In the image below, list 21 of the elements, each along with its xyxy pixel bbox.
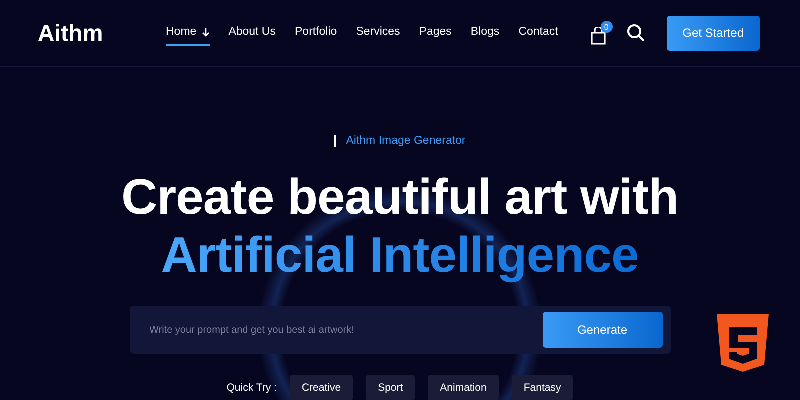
quick-try-chip[interactable]: Fantasy [512, 375, 574, 400]
quick-try-label: Quick Try : [226, 382, 277, 394]
cart-count-badge: 0 [600, 21, 613, 33]
html5-shield-icon [717, 314, 769, 374]
generate-button[interactable]: Generate [542, 312, 662, 348]
nav-link[interactable]: Blogs [470, 20, 500, 46]
nav-link[interactable]: Services [356, 20, 400, 46]
nav-link[interactable]: About Us [228, 20, 276, 46]
eyebrow-text: Aithm Image Generator [346, 135, 466, 147]
quick-try-chip[interactable]: Sport [366, 375, 416, 400]
nav-link[interactable]: Pages [419, 20, 452, 46]
prompt-input[interactable]: Write your prompt and get you best ai artwork! [148, 324, 542, 336]
hero-title: Create beautiful art with [121, 168, 679, 226]
get-started-button[interactable]: Get Started [666, 16, 760, 50]
search-icon[interactable] [626, 24, 645, 42]
nav-link[interactable]: Portfolio [295, 20, 338, 46]
quick-try-chip[interactable]: Creative [290, 375, 354, 400]
brand-logo[interactable]: Aithm [38, 20, 166, 46]
quick-try-chip[interactable]: Animation [428, 375, 499, 400]
nav-link[interactable]: Contact [518, 20, 558, 46]
nav-link[interactable]: Home [166, 20, 210, 46]
